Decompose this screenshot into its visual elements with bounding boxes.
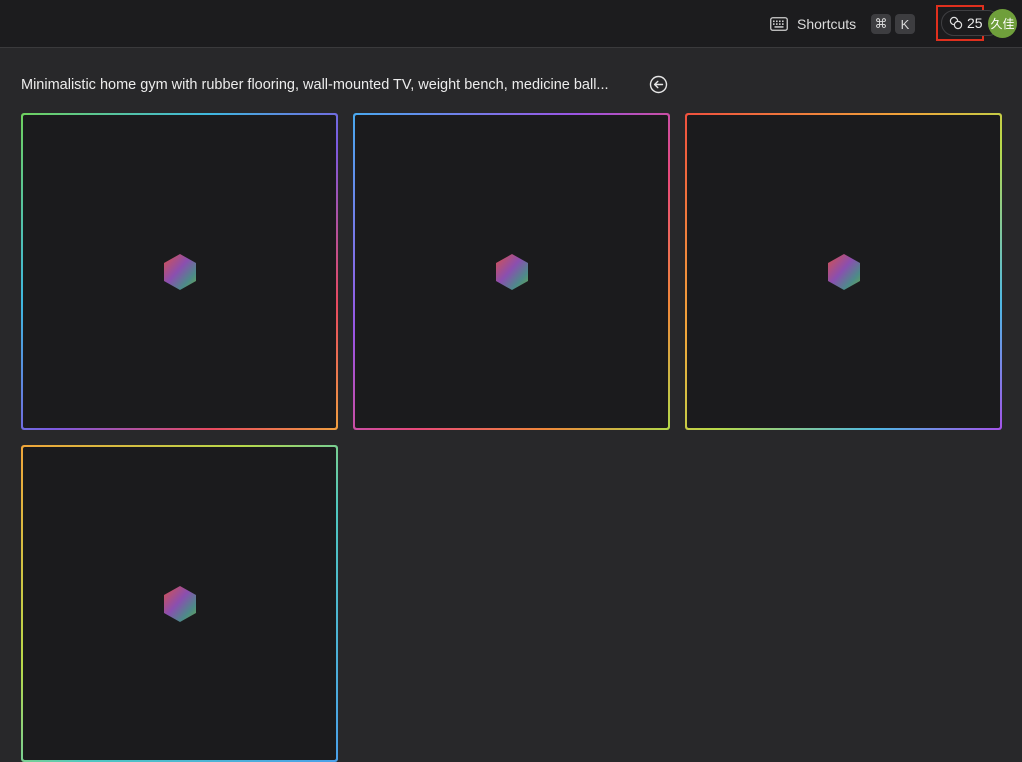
prompt-row: Minimalistic home gym with rubber floori… xyxy=(21,74,609,96)
k-key-badge: K xyxy=(895,14,915,34)
hexagon-loading-icon xyxy=(495,253,528,290)
hexagon-loading-icon xyxy=(827,253,860,290)
user-avatar[interactable]: 久佳 xyxy=(988,9,1017,38)
image-tile[interactable] xyxy=(685,113,1002,430)
top-bar: Shortcuts ⌘ K 25 久佳 xyxy=(0,0,1022,48)
keyboard-icon xyxy=(770,17,788,31)
image-tile[interactable] xyxy=(21,445,338,762)
hexagon-loading-icon xyxy=(163,253,196,290)
tile-placeholder xyxy=(687,115,1000,428)
tile-placeholder xyxy=(23,447,336,760)
prompt-text: Minimalistic home gym with rubber floori… xyxy=(21,77,609,93)
avatar-initials: 久佳 xyxy=(990,17,1015,31)
tile-placeholder xyxy=(23,115,336,428)
credits-count: 25 xyxy=(967,15,983,31)
command-key-badge: ⌘ xyxy=(871,14,891,34)
back-arrow-circle-icon[interactable] xyxy=(649,75,668,94)
shortcuts-label: Shortcuts xyxy=(797,16,857,32)
image-tile[interactable] xyxy=(21,113,338,430)
credits-highlight: 25 xyxy=(936,5,1001,41)
tile-placeholder xyxy=(355,115,668,428)
coins-icon xyxy=(949,16,963,30)
shortcuts-button[interactable]: Shortcuts xyxy=(770,12,856,36)
image-tile[interactable] xyxy=(353,113,670,430)
